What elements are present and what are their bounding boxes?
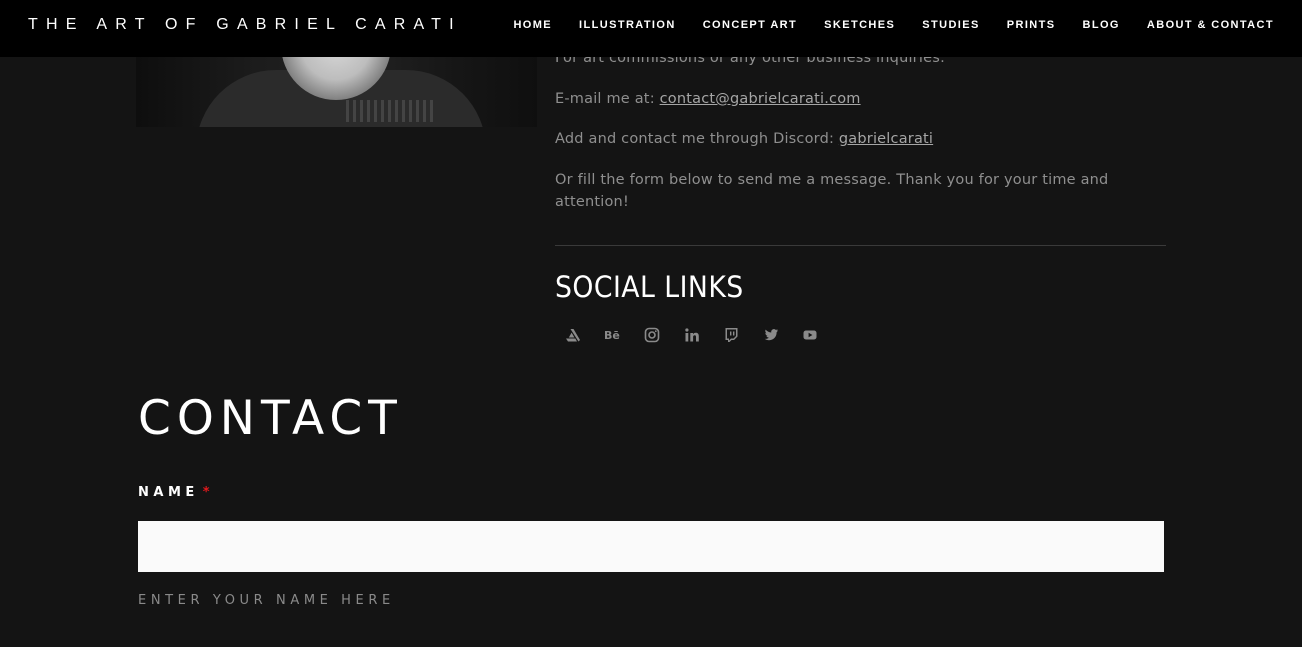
email-link[interactable]: contact@gabrielcarati.com [660, 91, 861, 107]
email-prefix: E-mail me at: [555, 91, 660, 107]
social-links-title: SOCIAL LINKS [555, 270, 744, 304]
site-title[interactable]: THE ART OF GABRIEL CARATI [28, 16, 462, 34]
nav-concept-art[interactable]: CONCEPT ART [703, 19, 797, 31]
nav-blog[interactable]: BLOG [1082, 19, 1119, 31]
nav-sketches[interactable]: SKETCHES [824, 19, 895, 31]
svg-text:Bē: Bē [604, 329, 620, 342]
behance-icon[interactable]: Bē [603, 325, 623, 345]
email-line: E-mail me at: contact@gabrielcarati.com [555, 88, 1115, 110]
name-input[interactable] [138, 521, 1164, 572]
section-divider [555, 245, 1166, 246]
youtube-icon[interactable] [800, 325, 820, 345]
discord-link[interactable]: gabrielcarati [839, 131, 933, 147]
form-intro-text: Or fill the form below to send me a mess… [555, 172, 1109, 210]
name-hint: ENTER YOUR NAME HERE [138, 593, 395, 608]
main-nav: HOME ILLUSTRATION CONCEPT ART SKETCHES S… [486, 19, 1274, 31]
contact-heading: CONTACT [138, 391, 403, 446]
name-label-text: NAME [138, 485, 199, 500]
required-mark: * [202, 485, 215, 500]
nav-studies[interactable]: STUDIES [922, 19, 979, 31]
site-header: THE ART OF GABRIEL CARATI HOME ILLUSTRAT… [0, 0, 1302, 57]
instagram-icon[interactable] [642, 325, 662, 345]
social-icons: Bē [563, 325, 840, 345]
discord-line: Add and contact me through Discord: gabr… [555, 128, 1115, 150]
nav-home[interactable]: HOME [513, 19, 552, 31]
nav-illustration[interactable]: ILLUSTRATION [579, 19, 676, 31]
artstation-icon[interactable] [563, 325, 583, 345]
linkedin-icon[interactable] [682, 325, 702, 345]
twitter-icon[interactable] [761, 325, 781, 345]
nav-about-contact[interactable]: ABOUT & CONTACT [1147, 19, 1274, 31]
nav-prints[interactable]: PRINTS [1007, 19, 1056, 31]
twitch-icon[interactable] [721, 325, 741, 345]
discord-prefix: Add and contact me through Discord: [555, 131, 839, 147]
name-label: NAME * [138, 485, 214, 500]
